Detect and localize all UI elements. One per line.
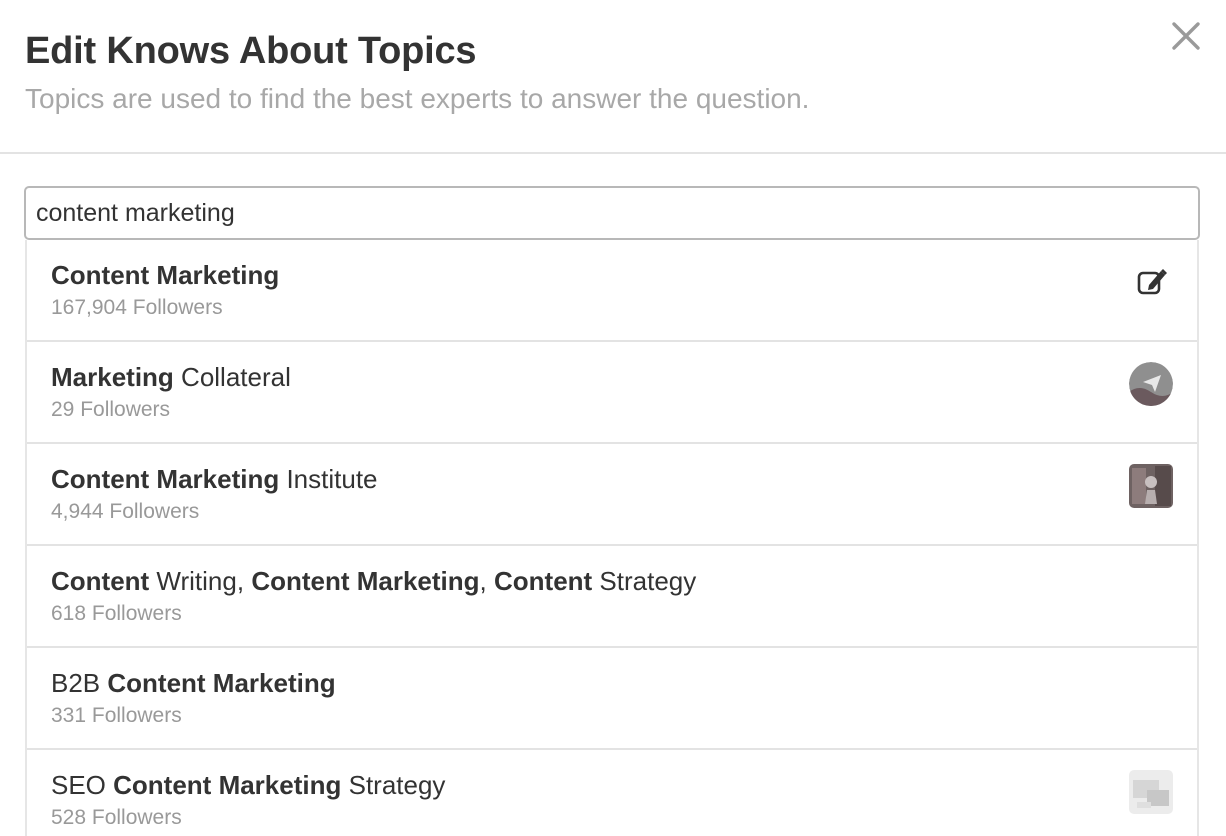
topic-name-match: Content xyxy=(494,566,593,596)
topic-name: SEO Content Marketing Strategy xyxy=(51,770,445,801)
topic-suggestion-item[interactable]: B2B Content Marketing 331 Followers xyxy=(27,648,1197,750)
edit-icon[interactable] xyxy=(1129,260,1173,304)
topic-name-match: Content Marketing xyxy=(113,770,342,800)
topic-name-text: Writing, xyxy=(149,566,252,596)
topic-name-match: Content Marketing xyxy=(251,566,480,596)
topic-name-match: Content Marketing xyxy=(51,260,280,290)
topic-name-match: Content xyxy=(51,566,150,596)
topic-name-match: Marketing xyxy=(51,362,174,392)
topic-search-input[interactable] xyxy=(24,186,1200,240)
close-icon[interactable] xyxy=(1170,20,1202,52)
topic-name-text: Institute xyxy=(279,464,378,494)
topic-name-text: SEO xyxy=(51,770,114,800)
edit-topics-modal: Edit Knows About Topics Topics are used … xyxy=(0,0,1226,836)
topic-follower-count: 528 Followers xyxy=(51,806,182,829)
topic-suggestion-list: Content Marketing 167,904 Followers Market… xyxy=(25,240,1199,836)
topic-name: Content Marketing xyxy=(51,260,279,291)
topic-follower-count: 618 Followers xyxy=(51,602,182,625)
topic-follower-count: 331 Followers xyxy=(51,704,182,727)
topic-thumbnail-light-icon xyxy=(1129,770,1173,814)
topic-name-text: Collateral xyxy=(173,362,291,392)
modal-header: Edit Knows About Topics Topics are used … xyxy=(0,0,1226,154)
topic-search-wrapper xyxy=(24,186,1200,240)
topic-name-text: , xyxy=(479,566,494,596)
topic-name: Marketing Collateral xyxy=(51,362,291,393)
topic-suggestion-item[interactable]: SEO Content Marketing Strategy 528 Follow… xyxy=(27,750,1197,836)
topic-suggestion-item[interactable]: Marketing Collateral 29 Followers xyxy=(27,342,1197,444)
topic-follower-count: 29 Followers xyxy=(51,398,171,421)
topic-name-text: B2B xyxy=(51,668,108,698)
topic-suggestion-item[interactable]: Content Writing, Content Marketing, Cont… xyxy=(27,546,1197,648)
topic-thumbnail-photo-icon xyxy=(1129,464,1173,508)
topic-suggestion-item[interactable]: Content Marketing 167,904 Followers xyxy=(27,240,1197,342)
topic-name: B2B Content Marketing xyxy=(51,668,336,699)
topic-name: Content Writing, Content Marketing, Cont… xyxy=(51,566,696,597)
modal-title: Edit Knows About Topics xyxy=(25,30,477,72)
topic-name: Content Marketing Institute xyxy=(51,464,378,495)
topic-name-match: Content Marketing xyxy=(107,668,336,698)
topic-name-text: Strategy xyxy=(592,566,697,596)
topic-thumbnail-round-icon xyxy=(1129,362,1173,406)
topic-suggestion-item[interactable]: Content Marketing Institute 4,944 Followe… xyxy=(27,444,1197,546)
modal-subtitle: Topics are used to find the best experts… xyxy=(25,83,810,114)
topic-name-match: Content Marketing xyxy=(51,464,280,494)
topic-follower-count: 167,904 Followers xyxy=(51,296,223,319)
topic-follower-count: 4,944 Followers xyxy=(51,500,200,523)
topic-name-text: Strategy xyxy=(341,770,446,800)
